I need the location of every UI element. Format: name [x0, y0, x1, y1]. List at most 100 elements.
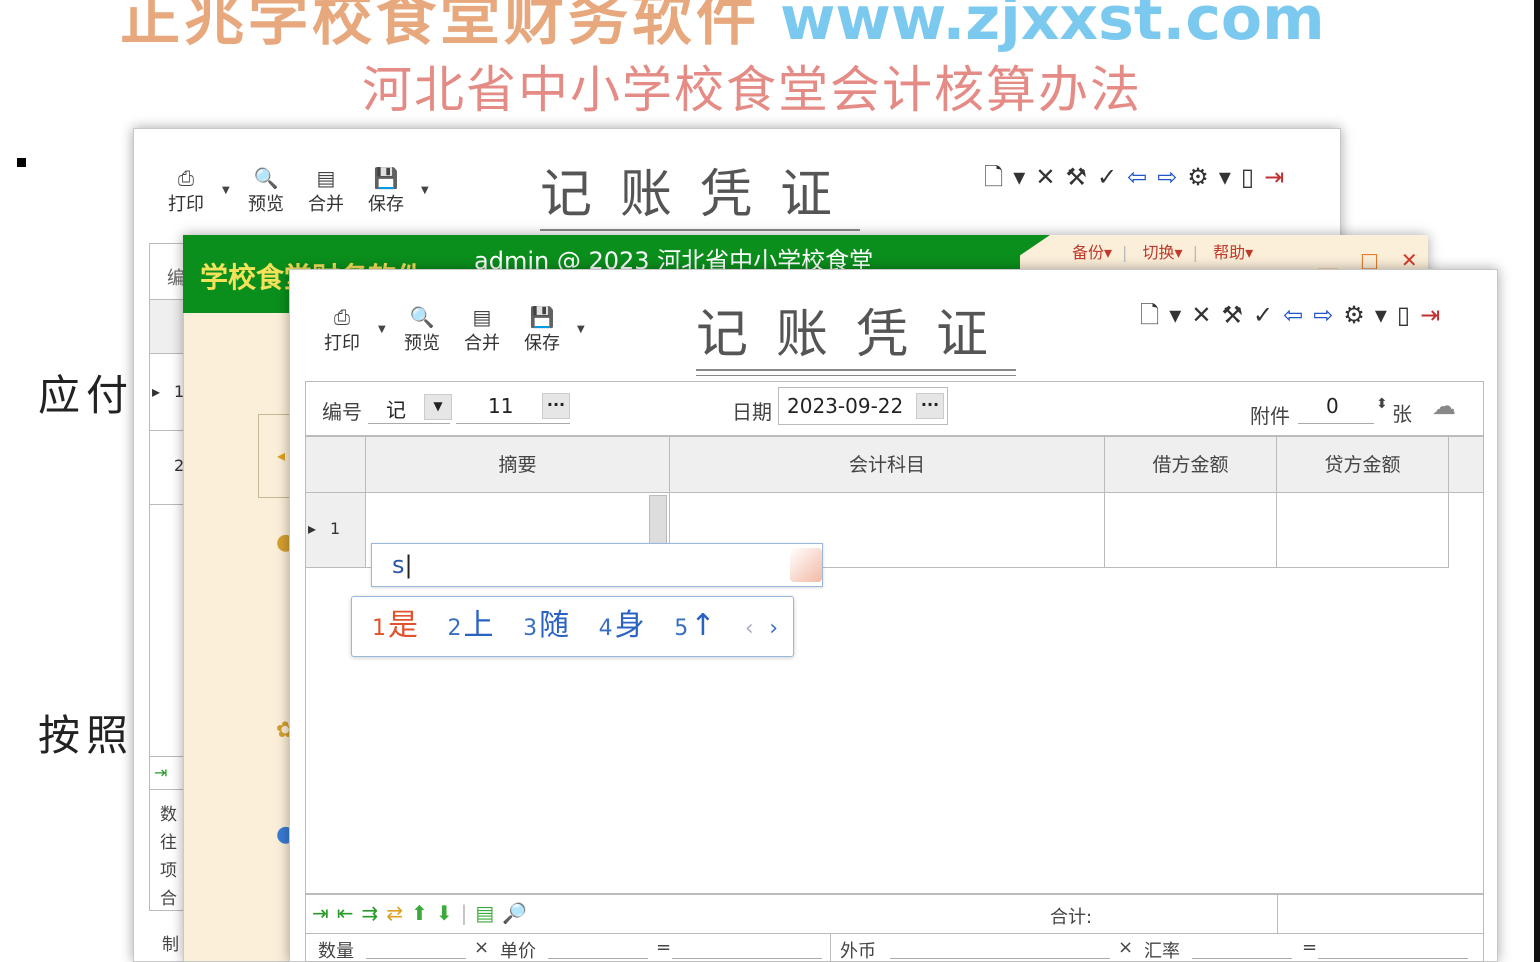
save-button[interactable]: 💾 保存 [517, 305, 567, 355]
quantity-label: 数量 [318, 941, 354, 962]
date-value: 2023-09-22 [787, 394, 904, 418]
menu-switch[interactable]: 切换▾ [1143, 243, 1183, 262]
tools-icon[interactable]: ⚒ [1221, 301, 1253, 329]
append-row-icon[interactable]: ⇤ [337, 901, 362, 925]
unit-price-input[interactable] [548, 958, 648, 959]
side-word-according: 按照 [38, 711, 135, 760]
exchange-rate-input[interactable] [1192, 958, 1292, 959]
ime-prev-page-icon[interactable]: ‹ [745, 616, 754, 641]
menu-help[interactable]: 帮助▾ [1213, 243, 1253, 262]
check-icon[interactable]: ✓ [1097, 163, 1127, 191]
quantity-amount-input[interactable] [672, 958, 822, 959]
back-print-dropdown-icon[interactable]: ▼ [222, 185, 230, 196]
ime-candidate-2[interactable]: 2上 [448, 608, 514, 643]
merge-icon: ▤ [316, 166, 336, 190]
check-icon[interactable]: ✓ [1253, 301, 1283, 329]
banner-title: 正兆学校食堂财务软件 www.zjxxst.com [120, 0, 1325, 57]
move-down-icon[interactable]: ⬇ [436, 901, 461, 925]
swap-icon[interactable]: ⇄ [386, 901, 411, 925]
back-insert-row-icon[interactable]: ⇥ [150, 756, 186, 790]
prev-arrow-icon[interactable]: ⇦ [1283, 301, 1313, 329]
merge-button[interactable]: ▤ 合并 [457, 305, 507, 355]
upload-cloud-icon[interactable]: ☁ [1432, 392, 1456, 420]
ime-next-page-icon[interactable]: › [769, 616, 778, 641]
quantity-input[interactable] [366, 958, 466, 959]
foreign-currency-input[interactable] [890, 958, 1110, 959]
cell-scrollbar[interactable] [649, 495, 667, 549]
currency-equals: = [1302, 937, 1318, 958]
delete-row-icon[interactable]: ⇉ [362, 901, 387, 925]
voucher-right-toolbar: 🗋▾✕⚒✓⇦⇨⚙▾▯⇥ [1140, 298, 1450, 339]
new-doc-icon[interactable]: 🗋▾ [984, 163, 1035, 191]
attachment-unit: 张 [1392, 402, 1412, 426]
cell-credit[interactable] [1277, 493, 1449, 568]
app-side-panel [258, 414, 292, 498]
preview-icon: 🔍 [253, 166, 279, 190]
menu-backup[interactable]: 备份▾ [1072, 243, 1112, 262]
col-scroll [1449, 437, 1483, 493]
side-word-payable: 应付 [38, 371, 135, 420]
ime-composition-box[interactable]: s| [371, 543, 823, 587]
printer-icon: ⎙ [178, 166, 194, 190]
total-divider [1277, 895, 1278, 933]
back-merge-button[interactable]: ▤ 合并 [301, 166, 351, 216]
print-dropdown-icon[interactable]: ▼ [378, 324, 386, 335]
insert-row-icon[interactable]: ⇥ [312, 901, 337, 925]
table-row-header[interactable]: ▸ 1 [306, 493, 366, 568]
back-preview-label: 预览 [248, 194, 284, 215]
date-picker-button[interactable]: ··· [916, 393, 944, 419]
total-label: 合计: [1050, 907, 1093, 928]
cell-debit[interactable] [1105, 493, 1277, 568]
ime-candidate-5-text: ↑ [690, 608, 716, 643]
ime-candidate-4-num: 4 [598, 616, 613, 641]
settings-icon[interactable]: ⚙▾ [1187, 163, 1241, 191]
next-arrow-icon[interactable]: ⇨ [1157, 163, 1187, 191]
ime-candidate-2-text: 上 [463, 608, 494, 643]
settings-icon[interactable]: ⚙▾ [1343, 301, 1397, 329]
ime-candidate-1[interactable]: 1是 [372, 608, 438, 643]
back-preview-button[interactable]: 🔍 预览 [241, 166, 291, 216]
prev-arrow-icon[interactable]: ⇦ [1127, 163, 1157, 191]
back-project-label: 项 [160, 861, 177, 881]
save-dropdown-icon[interactable]: ▼ [577, 324, 585, 335]
voucher-title: 记账凭证 [696, 292, 1017, 376]
exit-icon[interactable]: ⇥ [1264, 163, 1294, 191]
voucher-type-dropdown-icon[interactable]: ▼ [424, 394, 452, 420]
exit-icon[interactable]: ⇥ [1420, 301, 1450, 329]
tools-icon[interactable]: ⚒ [1065, 163, 1097, 191]
search-icon[interactable]: 🔎 [502, 901, 535, 925]
voucher-header-row: 编号 记 ▼ 11 ··· 日期 2023-09-22 ··· 附件 0 ⬍ 张… [305, 381, 1484, 436]
col-account: 会计科目 [670, 437, 1105, 493]
currency-amount-input[interactable] [1318, 958, 1468, 959]
col-debit: 借方金额 [1105, 437, 1277, 493]
ime-candidate-4[interactable]: 4身 [599, 608, 665, 643]
date-label: 日期 [732, 400, 772, 424]
attachment-label: 附件 [1250, 404, 1290, 428]
app-menu: 备份▾ | 切换▾ | 帮助▾ [1072, 243, 1254, 262]
ime-candidate-1-num: 1 [372, 616, 386, 641]
number-more-button[interactable]: ··· [542, 393, 570, 419]
ime-candidate-2-num: 2 [447, 616, 462, 641]
next-arrow-icon[interactable]: ⇨ [1313, 301, 1343, 329]
ime-candidate-3[interactable]: 3随 [523, 608, 589, 643]
note-icon[interactable]: ▤ [475, 901, 502, 925]
exchange-rate-label: 汇率 [1144, 941, 1180, 962]
bullet-marker [17, 158, 26, 167]
attachment-input[interactable]: 0 [1298, 394, 1374, 424]
app-side-arrow-icon[interactable]: ◂ [277, 446, 285, 465]
back-save-button[interactable]: 💾 保存 [361, 166, 411, 216]
print-button[interactable]: ⎙ 打印 [317, 305, 367, 355]
delete-icon[interactable]: ✕ [1035, 163, 1065, 191]
back-save-dropdown-icon[interactable]: ▼ [421, 185, 429, 196]
back-merge-label: 合并 [308, 194, 344, 215]
clip-icon[interactable]: ▯ [1397, 301, 1420, 329]
move-up-icon[interactable]: ⬆ [411, 901, 436, 925]
clip-icon[interactable]: ▯ [1241, 163, 1264, 191]
attachment-stepper-icon[interactable]: ⬍ [1376, 396, 1388, 412]
preview-button[interactable]: 🔍 预览 [397, 305, 447, 355]
back-print-button[interactable]: ⎙ 打印 [161, 166, 211, 216]
delete-icon[interactable]: ✕ [1191, 301, 1221, 329]
voucher-type-value: 记 [386, 398, 406, 422]
new-doc-icon[interactable]: 🗋▾ [1140, 301, 1191, 329]
ime-candidate-5[interactable]: 5↑ [674, 608, 735, 643]
